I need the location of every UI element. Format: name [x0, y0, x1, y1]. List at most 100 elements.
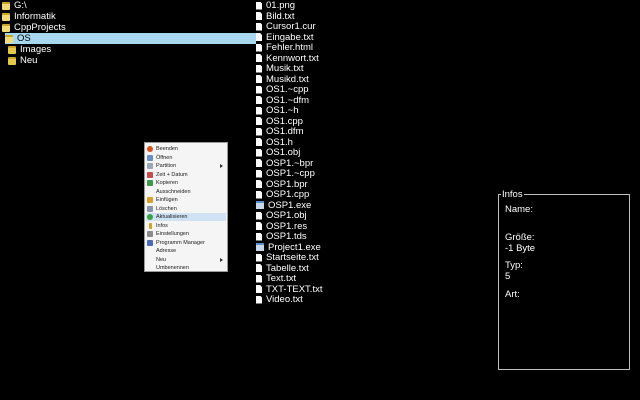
file-label: Tabelle.txt [266, 262, 309, 274]
tree-item-neu[interactable]: Neu [8, 55, 37, 66]
folder-open-icon [2, 12, 10, 21]
menu-icon-placeholder [147, 257, 153, 263]
menu-item-oeffnen[interactable]: Öffnen [146, 154, 226, 162]
menu-item-einfuegen[interactable]: Einfügen [146, 196, 226, 204]
file-icon [256, 33, 262, 41]
file-label: OSP1.~bpr [266, 157, 314, 169]
file-item[interactable]: OSP1.tds [256, 231, 307, 242]
menu-item-loeschen[interactable]: Löschen [146, 205, 226, 213]
file-item[interactable]: Project1.exe [256, 242, 321, 253]
file-item[interactable]: OS1.dfm [256, 126, 304, 137]
file-item[interactable]: OSP1.obj [256, 210, 307, 221]
info-icon [149, 222, 152, 229]
menu-item-umbenennen[interactable]: Umbenennen [146, 264, 226, 272]
file-item[interactable]: Musik.txt [256, 63, 303, 74]
program-manager-icon [147, 239, 153, 246]
file-icon [256, 211, 262, 220]
file-item[interactable]: OSP1.~bpr [256, 158, 313, 169]
file-icon [256, 232, 262, 241]
file-item[interactable]: OSP1.res [256, 221, 307, 232]
file-icon [256, 96, 262, 104]
menu-item-label: Beenden [156, 146, 179, 152]
file-item[interactable]: Fehler.html [256, 42, 313, 53]
file-item[interactable]: Video.txt [256, 294, 303, 305]
tree-item-images[interactable]: Images [8, 44, 51, 55]
type-label: Typ: [505, 260, 523, 271]
file-icon [256, 64, 262, 73]
file-item[interactable]: OS1.h [256, 137, 293, 148]
tree-item-informatik[interactable]: Informatik [2, 11, 56, 22]
file-item[interactable]: OS1.~cpp [256, 84, 309, 95]
name-label: Name: [505, 204, 533, 215]
menu-item-kopieren[interactable]: Kopieren [146, 179, 226, 187]
file-item[interactable]: TXT-TEXT.txt [256, 284, 322, 295]
file-icon [256, 12, 262, 20]
calendar-icon [147, 171, 153, 178]
file-item[interactable]: OSP1.bpr [256, 179, 308, 190]
menu-item-einstellungen[interactable]: Einstellungen [146, 230, 226, 238]
menu-item-beenden[interactable]: Beenden [146, 145, 226, 153]
file-label: OS1.~dfm [266, 94, 310, 106]
file-item[interactable]: Startseite.txt [256, 252, 319, 263]
menu-item-partition[interactable]: Partition [146, 162, 226, 170]
file-label: Kennwort.txt [266, 52, 319, 64]
menu-item-adresse[interactable]: Adresse [146, 247, 226, 255]
file-item[interactable]: Cursor1.cur [256, 21, 316, 32]
file-item[interactable]: OSP1.~cpp [256, 168, 315, 179]
file-label: Bild.txt [266, 10, 295, 22]
settings-icon [147, 231, 153, 237]
file-label: TXT-TEXT.txt [266, 283, 323, 295]
menu-item-programm-manager[interactable]: Programm Manager [146, 239, 226, 247]
menu-item-label: Aktualisieren [156, 214, 188, 220]
file-item[interactable]: OS1.~dfm [256, 95, 309, 106]
file-label: OSP1.~cpp [266, 168, 315, 179]
info-panel: Infos Name: Größe: -1 Byte Typ: 5 Art: [498, 189, 630, 370]
menu-item-infos[interactable]: Infos [146, 222, 226, 230]
tree-item-cppprojects[interactable]: CppProjects [2, 22, 66, 33]
folder-open-icon [2, 23, 10, 32]
file-item[interactable]: Kennwort.txt [256, 53, 319, 64]
file-label: OS1.cpp [266, 115, 303, 127]
chevron-right-icon [220, 164, 223, 168]
file-item[interactable]: OS1.obj [256, 147, 300, 158]
menu-item-label: Partition [156, 163, 177, 169]
info-panel-title: Infos [501, 189, 524, 200]
file-label: OSP1.tds [266, 231, 307, 242]
file-icon [256, 253, 262, 262]
tree-item-label: CppProjects [14, 22, 66, 33]
file-item[interactable]: Musikd.txt [256, 74, 309, 85]
tree-item-label: Images [20, 44, 52, 55]
tree-item-label: Informatik [14, 11, 56, 22]
file-item[interactable]: OS1.cpp [256, 116, 303, 127]
file-item[interactable]: OSP1.cpp [256, 189, 309, 200]
file-item[interactable]: Bild.txt [256, 11, 295, 22]
file-item[interactable]: Tabelle.txt [256, 263, 309, 274]
file-item[interactable]: OSP1.exe [256, 200, 311, 211]
context-menu: Beenden Öffnen Partition Zeit + Datum Ko… [144, 142, 228, 272]
menu-item-label: Umbenennen [156, 265, 190, 271]
menu-item-label: Ausschneiden [156, 188, 191, 195]
tree-item-os[interactable]: OS [5, 33, 256, 44]
menu-item-aktualisieren[interactable]: Aktualisieren [146, 213, 226, 221]
menu-item-ausschneiden[interactable]: Ausschneiden [146, 188, 226, 196]
file-label: Startseite.txt [266, 252, 319, 263]
menu-item-neu[interactable]: Neu [146, 256, 226, 264]
tree-item-drive[interactable]: G:\ [2, 0, 27, 11]
file-item[interactable]: Text.txt [256, 273, 296, 284]
file-item[interactable]: 01.png [256, 0, 295, 11]
file-icon [256, 1, 262, 10]
menu-item-label: Infos [156, 222, 168, 229]
chevron-right-icon [220, 257, 223, 262]
menu-item-zeit-datum[interactable]: Zeit + Datum [146, 171, 226, 179]
file-label: OSP1.cpp [266, 189, 310, 200]
file-label: Eingabe.txt [266, 31, 314, 43]
file-label: OS1.h [266, 136, 293, 148]
menu-icon-placeholder [147, 248, 153, 254]
file-item[interactable]: OS1.~h [256, 105, 298, 116]
menu-item-label: Adresse [156, 248, 177, 254]
file-label: OS1.~h [266, 105, 299, 116]
refresh-icon [147, 214, 153, 220]
file-item[interactable]: Eingabe.txt [256, 32, 314, 43]
file-label: Musikd.txt [266, 73, 309, 85]
file-label: OSP1.bpr [266, 178, 308, 190]
